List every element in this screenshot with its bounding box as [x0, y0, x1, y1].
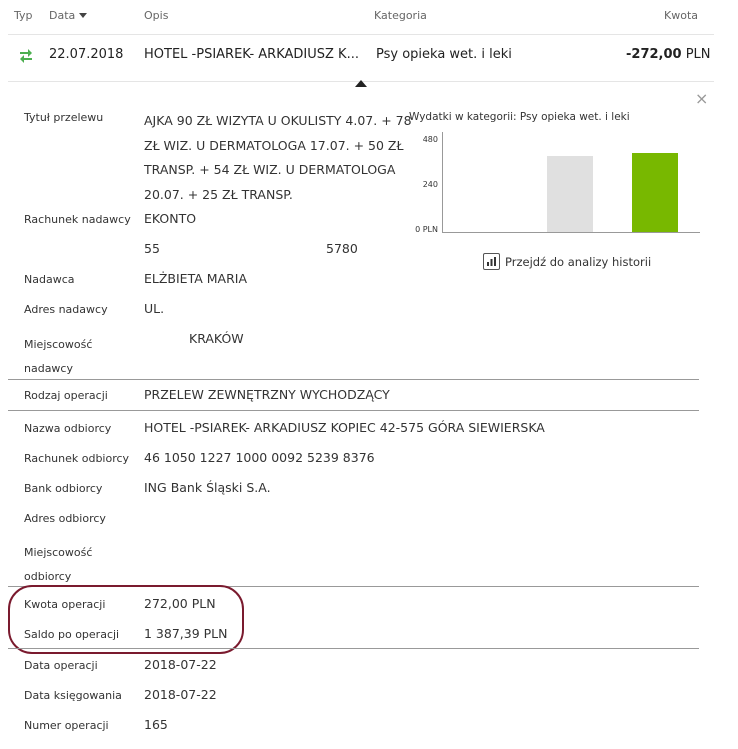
sender-value: ELŻBIETA MARIA: [144, 271, 248, 286]
sender-account-name: EKONTO: [144, 211, 197, 226]
transaction-category: Psy opieka wet. i leki: [376, 47, 512, 62]
transaction-amount: -272,00 PLN: [626, 47, 711, 62]
recipient-bank-value: ING Bank Śląski S.A.: [144, 480, 271, 495]
sort-down-icon: [79, 13, 88, 18]
col-header-amount: Kwota: [664, 9, 698, 22]
op-number-label: Numer operacji: [24, 719, 109, 732]
op-type-label: Rodzaj operacji: [24, 389, 108, 402]
sender-address-label: Adres nadawcy: [24, 303, 108, 316]
transfer-arrows-icon: [17, 46, 35, 64]
amount-currency: PLN: [685, 47, 711, 62]
sender-account-no-end: 5780: [326, 241, 358, 256]
sender-account-no-start: 55: [144, 241, 160, 256]
title-line: TRANSP. + 54 ZŁ WIZ. U DERMATOLOGA: [144, 162, 396, 177]
col-header-date[interactable]: Data: [49, 9, 88, 22]
bar-chart-icon[interactable]: [483, 253, 500, 270]
chart-bar-current: [632, 153, 678, 232]
title-label: Tytuł przelewu: [24, 111, 104, 124]
col-header-desc: Opis: [144, 9, 169, 22]
divider: [8, 648, 699, 649]
recipient-label: Nazwa odbiorcy: [24, 422, 112, 435]
sender-city-label-line: nadawcy: [24, 362, 73, 375]
y-axis: [442, 132, 443, 233]
op-date-value: 2018-07-22: [144, 657, 217, 672]
recipient-bank-label: Bank odbiorcy: [24, 482, 103, 495]
recipient-address-label: Adres odbiorcy: [24, 512, 106, 525]
recipient-value: HOTEL -PSIAREK- ARKADIUSZ KOPIEC 42-575 …: [144, 420, 545, 435]
history-analysis-link[interactable]: Przejdź do analizy historii: [505, 255, 651, 269]
sender-account-label: Rachunek nadawcy: [24, 213, 131, 226]
sender-city-label-line: Miejscowość: [24, 338, 93, 351]
col-header-type: Typ: [14, 9, 33, 22]
amount-value: -272,00: [626, 47, 682, 62]
sender-label: Nadawca: [24, 273, 75, 286]
booking-date-value: 2018-07-22: [144, 687, 217, 702]
y-tick-label: 480: [422, 135, 438, 144]
sender-city-value: KRAKÓW: [189, 331, 244, 346]
transaction-date: 22.07.2018: [49, 47, 124, 62]
op-date-label: Data operacji: [24, 659, 98, 672]
close-icon[interactable]: ×: [695, 89, 708, 108]
recipient-account-value: 46 1050 1227 1000 0092 5239 8376: [144, 450, 375, 465]
recipient-city-label-line: Miejscowość: [24, 546, 93, 559]
recipient-account-label: Rachunek odbiorcy: [24, 452, 130, 465]
title-line: 20.07. + 25 ZŁ TRANSP.: [144, 186, 293, 202]
booking-date-label: Data księgowania: [24, 689, 122, 702]
recipient-city-label: Miejscowość odbiorcy: [24, 541, 92, 589]
y-tick-label: 240: [422, 180, 438, 189]
sender-city-label: Miejscowość nadawcy: [24, 333, 92, 381]
y-tick-label: 0 PLN: [415, 225, 438, 234]
chart-bar-previous: [547, 156, 593, 232]
divider: [8, 379, 699, 380]
sender-address-value: UL.: [144, 301, 165, 316]
col-header-date-label: Data: [49, 9, 76, 22]
op-number-value: 165: [144, 717, 168, 732]
title-line: AJKA 90 ZŁ WIZYTA U OKULISTY 4.07. + 78: [144, 113, 412, 128]
title-line: ZŁ WIZ. U DERMATOLOGA 17.07. + 50 ZŁ: [144, 137, 404, 153]
x-axis: [442, 232, 700, 233]
expand-caret-icon: [355, 80, 367, 87]
chart-title: Wydatki w kategorii: Psy opieka wet. i l…: [409, 111, 630, 123]
col-header-category: Kategoria: [374, 9, 427, 22]
title-value: AJKA 90 ZŁ WIZYTA U OKULISTY 4.07. + 78 …: [144, 109, 412, 207]
op-type-value: PRZELEW ZEWNĘTRZNY WYCHODZĄCY: [144, 387, 390, 402]
divider: [8, 410, 699, 411]
transaction-desc: HOTEL -PSIAREK- ARKADIUSZ K...: [144, 47, 359, 62]
highlight-ellipse: [8, 585, 244, 654]
